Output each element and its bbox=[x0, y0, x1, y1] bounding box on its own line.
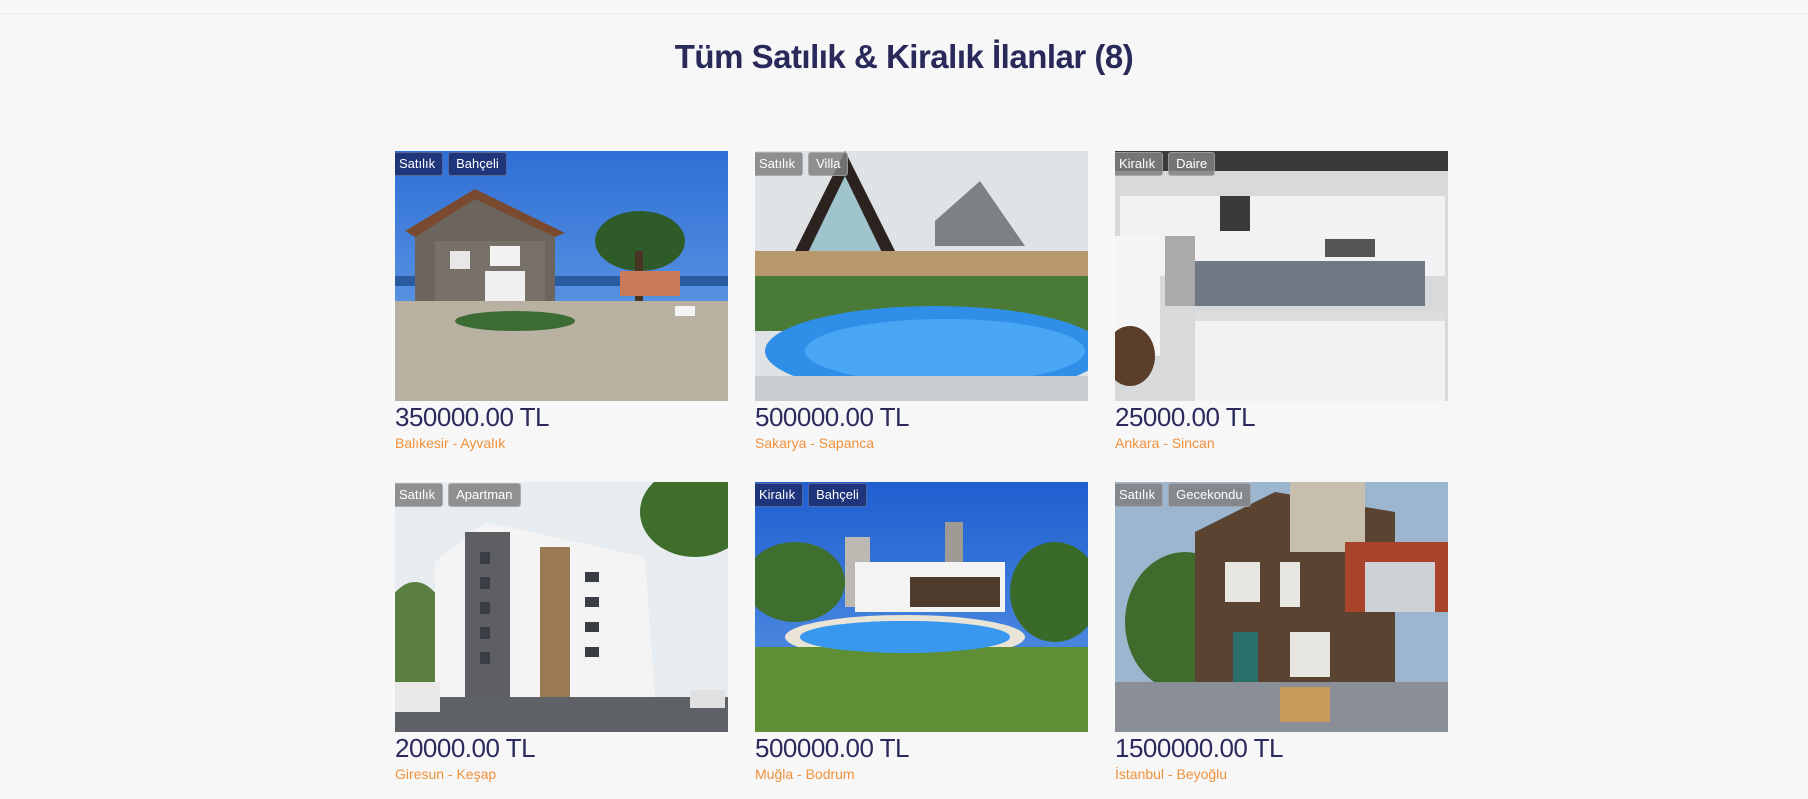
category-badge: Bahçeli bbox=[448, 152, 507, 176]
listing-price: 500000.00 TL bbox=[755, 402, 910, 432]
badge-group: Satılık Gecekondu bbox=[1115, 483, 1251, 507]
category-badge: Apartman bbox=[448, 483, 521, 507]
listing-card[interactable]: Satılık Gecekondu 1500000.00 TL İstanbul… bbox=[1115, 482, 1448, 783]
listing-price: 350000.00 TL bbox=[395, 402, 550, 432]
page-title: Tüm Satılık & Kiralık İlanlar (8) bbox=[674, 38, 1134, 75]
listing-type-badge: Satılık bbox=[395, 483, 444, 507]
badge-group: Satılık Apartman bbox=[395, 483, 521, 507]
badge-group: Kiralık Bahçeli bbox=[755, 483, 867, 507]
listing-card[interactable]: Kiralık Bahçeli 500000.00 TL Muğla - Bod… bbox=[755, 482, 1088, 783]
listing-location: Ankara - Sincan bbox=[1115, 435, 1215, 451]
category-badge: Bahçeli bbox=[808, 483, 867, 507]
category-badge: Daire bbox=[1168, 152, 1216, 176]
category-badge: Villa bbox=[808, 152, 849, 176]
modern-villa-pool-photo[interactable]: Kiralık Bahçeli bbox=[755, 482, 1088, 732]
category-badge: Gecekondu bbox=[1168, 483, 1251, 507]
listing-location: Muğla - Bodrum bbox=[755, 766, 855, 782]
apartment-building-photo[interactable]: Satılık Apartman bbox=[395, 482, 728, 732]
badge-group: Satılık Bahçeli bbox=[395, 152, 507, 176]
listing-price: 25000.00 TL bbox=[1115, 402, 1256, 432]
listing-type-badge: Kiralık bbox=[755, 483, 804, 507]
listing-price: 20000.00 TL bbox=[395, 733, 536, 763]
listing-card[interactable]: Satılık Villa 500000.00 TL Sakarya - Sap… bbox=[755, 151, 1088, 452]
listing-location: Giresun - Keşap bbox=[395, 766, 497, 782]
listing-type-badge: Kiralık bbox=[1115, 152, 1164, 176]
listing-location: İstanbul - Beyoğlu bbox=[1115, 766, 1228, 782]
listing-type-badge: Satılık bbox=[755, 152, 804, 176]
listing-card[interactable]: Satılık Apartman 20000.00 TL Giresun - K… bbox=[395, 482, 728, 783]
listing-price: 500000.00 TL bbox=[755, 733, 910, 763]
kitchen-photo[interactable]: Kiralık Daire bbox=[1115, 151, 1448, 401]
old-wooden-house-photo[interactable]: Satılık Gecekondu bbox=[1115, 482, 1448, 732]
listing-card[interactable]: Kiralık Daire 25000.00 TL Ankara - Sinca… bbox=[1115, 151, 1448, 452]
stone-house-photo[interactable]: Satılık Bahçeli bbox=[395, 151, 728, 401]
listing-type-badge: Satılık bbox=[1115, 483, 1164, 507]
listing-location: Sakarya - Sapanca bbox=[755, 435, 875, 451]
top-divider bbox=[0, 13, 1808, 14]
listing-type-badge: Satılık bbox=[395, 152, 444, 176]
listing-location: Balıkesir - Ayvalık bbox=[395, 435, 506, 451]
badge-group: Kiralık Daire bbox=[1115, 152, 1216, 176]
badge-group: Satılık Villa bbox=[755, 152, 849, 176]
listing-price: 1500000.00 TL bbox=[1115, 733, 1283, 763]
listing-card[interactable]: Satılık Bahçeli 350000.00 TL Balıkesir -… bbox=[395, 151, 728, 452]
a-frame-villa-pool-photo[interactable]: Satılık Villa bbox=[755, 151, 1088, 401]
